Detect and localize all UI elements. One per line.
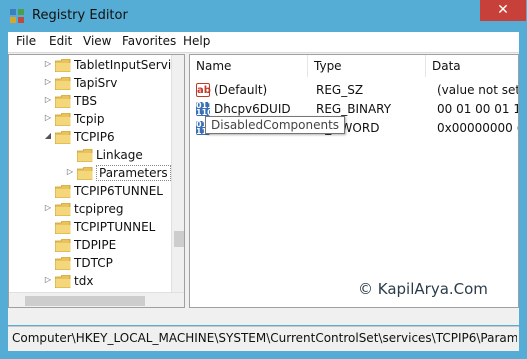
tree-item[interactable]: ▷ TBS bbox=[9, 93, 169, 111]
scroll-thumb[interactable] bbox=[174, 231, 184, 247]
value-name-tooltip: DisabledComponents bbox=[205, 116, 346, 134]
binary-value-icon: 011 110 bbox=[196, 101, 213, 117]
tree-item[interactable]: TDPIPE bbox=[9, 237, 169, 255]
horizontal-scrollbar[interactable] bbox=[9, 292, 184, 307]
tree-item[interactable]: TDTCP bbox=[9, 255, 169, 273]
folder-icon bbox=[55, 275, 71, 288]
menu-favorites[interactable]: Favorites bbox=[122, 34, 176, 48]
scroll-thumb[interactable] bbox=[25, 296, 145, 306]
folder-icon bbox=[77, 149, 93, 162]
value-type: REG_BINARY bbox=[316, 102, 392, 116]
folder-icon bbox=[55, 257, 71, 270]
folder-icon bbox=[55, 221, 71, 234]
menu-help[interactable]: Help bbox=[183, 34, 210, 48]
value-name: Dhcpv6DUID bbox=[214, 102, 291, 116]
tree-item[interactable]: ▷ TapiSrv bbox=[9, 75, 169, 93]
tree-item-label: Linkage bbox=[96, 148, 143, 162]
expand-arrow-icon[interactable]: ▷ bbox=[43, 77, 53, 86]
folder-icon bbox=[55, 95, 71, 108]
value-name: (Default) bbox=[214, 83, 268, 97]
value-data: (value not set) bbox=[437, 83, 519, 97]
expand-arrow-icon[interactable]: ▷ bbox=[65, 167, 75, 176]
folder-icon bbox=[55, 185, 71, 198]
value-type: REG_SZ bbox=[316, 83, 364, 97]
tree-item[interactable]: TCPIPTUNNEL bbox=[9, 219, 169, 237]
string-value-icon: ab bbox=[196, 83, 211, 97]
folder-icon bbox=[55, 239, 71, 252]
registry-editor-window: Registry Editor ✕ File Edit View Favorit… bbox=[0, 0, 527, 359]
values-list: Name Type Data ab (Default) REG_SZ (value n… bbox=[189, 54, 519, 308]
menu-bar: File Edit View Favorites Help bbox=[8, 32, 519, 52]
window-title: Registry Editor bbox=[32, 8, 128, 23]
folder-icon bbox=[55, 77, 71, 90]
tree-item-label: TBS bbox=[74, 94, 97, 108]
expand-arrow-icon[interactable]: ▷ bbox=[43, 275, 53, 284]
tree-item-label: tdx bbox=[74, 274, 94, 288]
status-bar: Computer\HKEY_LOCAL_MACHINE\SYSTEM\Curre… bbox=[8, 326, 519, 351]
menu-file[interactable]: File bbox=[16, 34, 36, 48]
tree-item[interactable]: ◢ TCPIP6 bbox=[9, 129, 169, 147]
folder-icon bbox=[55, 113, 71, 126]
tree-item[interactable]: ▷ TabletInputServi bbox=[9, 57, 172, 75]
column-header-type[interactable]: Type bbox=[308, 55, 426, 77]
close-button[interactable]: ✕ bbox=[480, 0, 526, 21]
tree-item-label: TDTCP bbox=[74, 256, 113, 270]
tree-item-label: TCPIP6TUNNEL bbox=[74, 184, 163, 198]
tree-item[interactable]: ▷ tdx bbox=[9, 273, 169, 291]
menu-edit[interactable]: Edit bbox=[49, 34, 72, 48]
tree-item[interactable]: Linkage bbox=[9, 147, 169, 165]
expand-arrow-icon[interactable]: ▷ bbox=[43, 203, 53, 212]
tree-item[interactable]: ▷ Parameters bbox=[9, 165, 171, 183]
collapse-arrow-icon[interactable]: ◢ bbox=[43, 131, 53, 140]
column-header-data[interactable]: Data bbox=[426, 55, 518, 77]
value-data: 00 01 00 01 16 1 bbox=[437, 102, 518, 116]
tree-item-label: tcpipreg bbox=[74, 202, 124, 216]
expand-arrow-icon[interactable]: ▷ bbox=[43, 95, 53, 104]
folder-icon bbox=[55, 131, 71, 144]
expand-arrow-icon[interactable]: ▷ bbox=[43, 113, 53, 122]
key-tree: ▷ TabletInputServi ▷ TapiSrv ▷ TBS ▷ Tcpip ◢ TCPI… bbox=[8, 54, 185, 308]
folder-icon bbox=[55, 59, 71, 72]
tree-item-label: Parameters bbox=[96, 165, 171, 181]
menu-view[interactable]: View bbox=[83, 34, 111, 48]
tree-item[interactable]: ▷ Tcpip bbox=[9, 111, 169, 129]
value-data: 0x00000000 (0) bbox=[437, 121, 518, 135]
tree-item-label: TCPIP6 bbox=[74, 130, 115, 144]
tree-item-label: TapiSrv bbox=[74, 76, 118, 90]
tree-item-label: TDPIPE bbox=[74, 238, 117, 252]
registry-app-icon bbox=[10, 9, 24, 23]
value-row[interactable]: ab (Default) REG_SZ (value not set) bbox=[190, 81, 519, 100]
tree-item-label: Tcpip bbox=[74, 112, 105, 126]
column-header-name[interactable]: Name bbox=[190, 55, 308, 77]
tree-item[interactable]: TCPIP6TUNNEL bbox=[9, 183, 169, 201]
tree-item-label: TCPIPTUNNEL bbox=[74, 220, 156, 234]
status-path: Computer\HKEY_LOCAL_MACHINE\SYSTEM\Curre… bbox=[12, 331, 517, 345]
folder-icon bbox=[55, 203, 71, 216]
expand-arrow-icon[interactable]: ▷ bbox=[43, 59, 53, 68]
vertical-scrollbar[interactable] bbox=[171, 55, 184, 292]
folder-icon bbox=[77, 167, 93, 180]
tree-item[interactable]: ▷ tcpipreg bbox=[9, 201, 169, 219]
tree-item-label: TabletInputServi bbox=[74, 58, 172, 72]
watermark: © KapilArya.Com bbox=[358, 280, 488, 298]
title-bar[interactable]: Registry Editor ✕ bbox=[0, 0, 527, 32]
